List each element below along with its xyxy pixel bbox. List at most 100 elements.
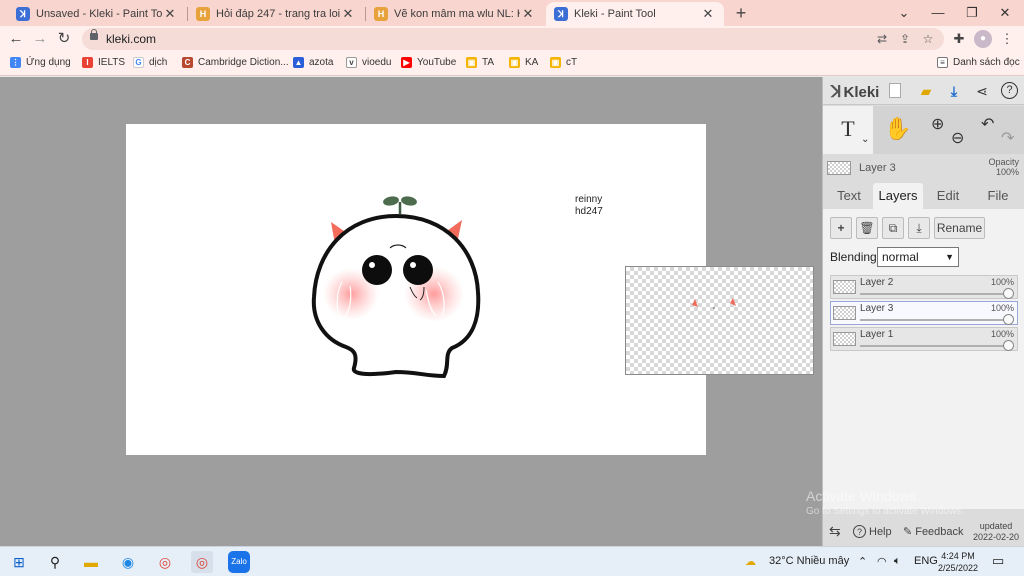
tab-title: Kleki - Paint Tool [574,8,656,20]
text-tool-icon[interactable]: T [823,106,873,154]
reading-list-icon: ≡ [937,57,948,68]
profile-avatar[interactable]: ● [974,30,992,48]
tab-close-icon[interactable]: ✕ [340,6,356,22]
pencil-icon: ✎ [903,526,913,538]
bookmark-star-icon[interactable]: ☆ [920,31,936,47]
reading-list[interactable]: ≡ Danh sách đọc [937,57,1020,68]
new-tab-button[interactable]: + [730,3,752,23]
rename-button[interactable]: Rename [934,217,985,239]
help-link[interactable]: ? Help [853,525,892,538]
feedback-link[interactable]: ✎ Feedback [903,525,964,539]
bookmark-ta[interactable]: ▣ TA [466,57,494,68]
back-arrow-icon[interactable]: ← [6,29,26,49]
share-icon[interactable]: ⋖ [973,82,991,100]
new-image-icon[interactable] [889,83,901,98]
zoom-out-icon[interactable]: ⊖ [951,128,964,148]
layer-row-1[interactable]: Layer 1 100% [830,327,1018,351]
wifi-icon[interactable]: ◠ [877,555,887,568]
bookmark-ct[interactable]: ▣ cT [550,57,577,68]
help-circle-icon[interactable]: ? [1001,82,1018,99]
windows-start-icon[interactable]: ⊞ [8,551,30,573]
layer-thumbnail [833,332,856,346]
vioedu-icon: v [346,57,357,68]
zoom-in-icon[interactable]: ⊕ [931,114,944,134]
tab-layers[interactable]: Layers [873,183,923,209]
address-bar[interactable]: kleki.com ⇄ ⇪ ☆ [82,28,944,50]
bookmark-label: YouTube [417,57,457,68]
bookmark-apps[interactable]: ⋮ Ứng dụng [10,57,71,68]
tab-search-icon[interactable]: ⌄ [889,3,919,23]
updated-info: updated 2022-02-20 [973,521,1019,543]
kleki-favicon-icon: ꓘ [554,7,568,21]
bookmark-label: TA [482,57,495,68]
notifications-icon[interactable]: ▭ [992,553,1004,569]
search-icon[interactable]: ⚲ [44,551,66,573]
chrome-profile-icon[interactable]: ◎ [191,551,213,573]
duplicate-layer-button[interactable]: ⧉ [882,217,904,239]
edge-browser-icon[interactable]: ◉ [117,551,139,573]
opacity-slider-track[interactable] [860,319,1009,321]
url-text[interactable]: kleki.com [106,32,156,46]
blending-select[interactable]: normal ▼ [877,247,959,267]
restore-button[interactable]: ❐ [957,3,987,23]
share-icon[interactable]: ⇪ [897,31,913,47]
bookmark-dich[interactable]: G dịch [133,57,167,68]
bookmark-ka[interactable]: ▣ KA [509,57,538,68]
browser-tab-ve-kon[interactable]: H Vẽ kon mâm ma wlu NL: Hãy viết ✕ [366,2,544,26]
opacity-slider-handle[interactable] [1003,314,1014,325]
chevron-down-icon[interactable]: ⌄ [861,134,869,145]
tab-close-icon[interactable]: ✕ [162,6,178,22]
kleki-logo: ꓘ Kleki [831,82,879,102]
tab-file[interactable]: File [975,183,1021,209]
classroom-icon: ▣ [509,57,520,68]
language-indicator[interactable]: ENG [914,555,938,567]
browser-tab-hoidap[interactable]: H Hỏi đáp 247 - trang tra loi ✕ [188,2,364,26]
open-folder-icon[interactable]: ▰ [917,82,935,100]
swap-arrows-icon[interactable]: ⇆ [829,523,841,540]
download-icon[interactable]: ⤓ [945,82,963,100]
reload-icon[interactable]: ↻ [54,29,74,49]
close-window-button[interactable]: ✕ [990,3,1020,23]
volume-icon[interactable]: 🔈︎ [894,555,901,568]
tab-text[interactable]: Text [827,183,871,209]
add-layer-button[interactable]: + [830,217,852,239]
zalo-icon[interactable]: Zalo [228,551,250,573]
opacity-slider-handle[interactable] [1003,288,1014,299]
bookmark-youtube[interactable]: ▶ YouTube [401,57,456,68]
bookmark-cambridge[interactable]: C Cambridge Diction... [182,57,289,68]
layer-row-3[interactable]: Layer 3 100% [830,301,1018,325]
layer-row-2[interactable]: Layer 2 100% [830,275,1018,299]
kleki-favicon-icon: ꓘ [16,7,30,21]
bookmark-vioedu[interactable]: v vioedu [346,57,391,68]
bookmark-azota[interactable]: ▲ azota [293,57,333,68]
browser-tab-kleki-active[interactable]: ꓘ Kleki - Paint Tool ✕ [546,2,724,26]
browser-tab-unsaved-kleki[interactable]: ꓘ Unsaved - Kleki - Paint Tool ✕ [8,2,186,26]
chrome-icon[interactable]: ◎ [154,551,176,573]
drawing-workspace[interactable]: reinny hd247 [0,77,822,546]
delete-layer-button[interactable]: 🗑 [856,217,878,239]
hand-tool-icon[interactable]: ✋ [873,106,923,154]
extensions-puzzle-icon[interactable]: ✚ [950,30,968,48]
merge-down-button[interactable]: ⤓ [908,217,930,239]
weather-text[interactable]: 32°C Nhiều mây [769,555,849,567]
file-explorer-icon[interactable]: ▬ [80,551,102,573]
minimize-button[interactable]: — [923,3,953,23]
redo-icon[interactable]: ↷ [1001,128,1014,148]
bookmark-label: IELTS [98,57,126,68]
tray-chevron-icon[interactable]: ⌃ [858,555,867,568]
forward-arrow-icon[interactable]: → [30,29,50,49]
undo-icon[interactable]: ↶ [981,114,994,134]
tab-edit[interactable]: Edit [927,183,969,209]
translate-icon[interactable]: ⇄ [874,31,890,47]
bookmark-ielts[interactable]: I IELTS [82,57,125,68]
ielts-icon: I [82,57,93,68]
clock[interactable]: 4:24 PM 2/25/2022 [938,550,978,574]
tab-close-icon[interactable]: ✕ [520,6,536,22]
drawing-canvas[interactable]: reinny hd247 [126,124,706,455]
menu-kebab-icon[interactable]: ⋮ [998,30,1016,48]
tab-close-icon[interactable]: ✕ [700,6,716,22]
opacity-slider-track[interactable] [860,293,1009,295]
opacity-slider-track[interactable] [860,345,1009,347]
weather-icon[interactable]: ☁ [745,555,756,568]
opacity-slider-handle[interactable] [1003,340,1014,351]
